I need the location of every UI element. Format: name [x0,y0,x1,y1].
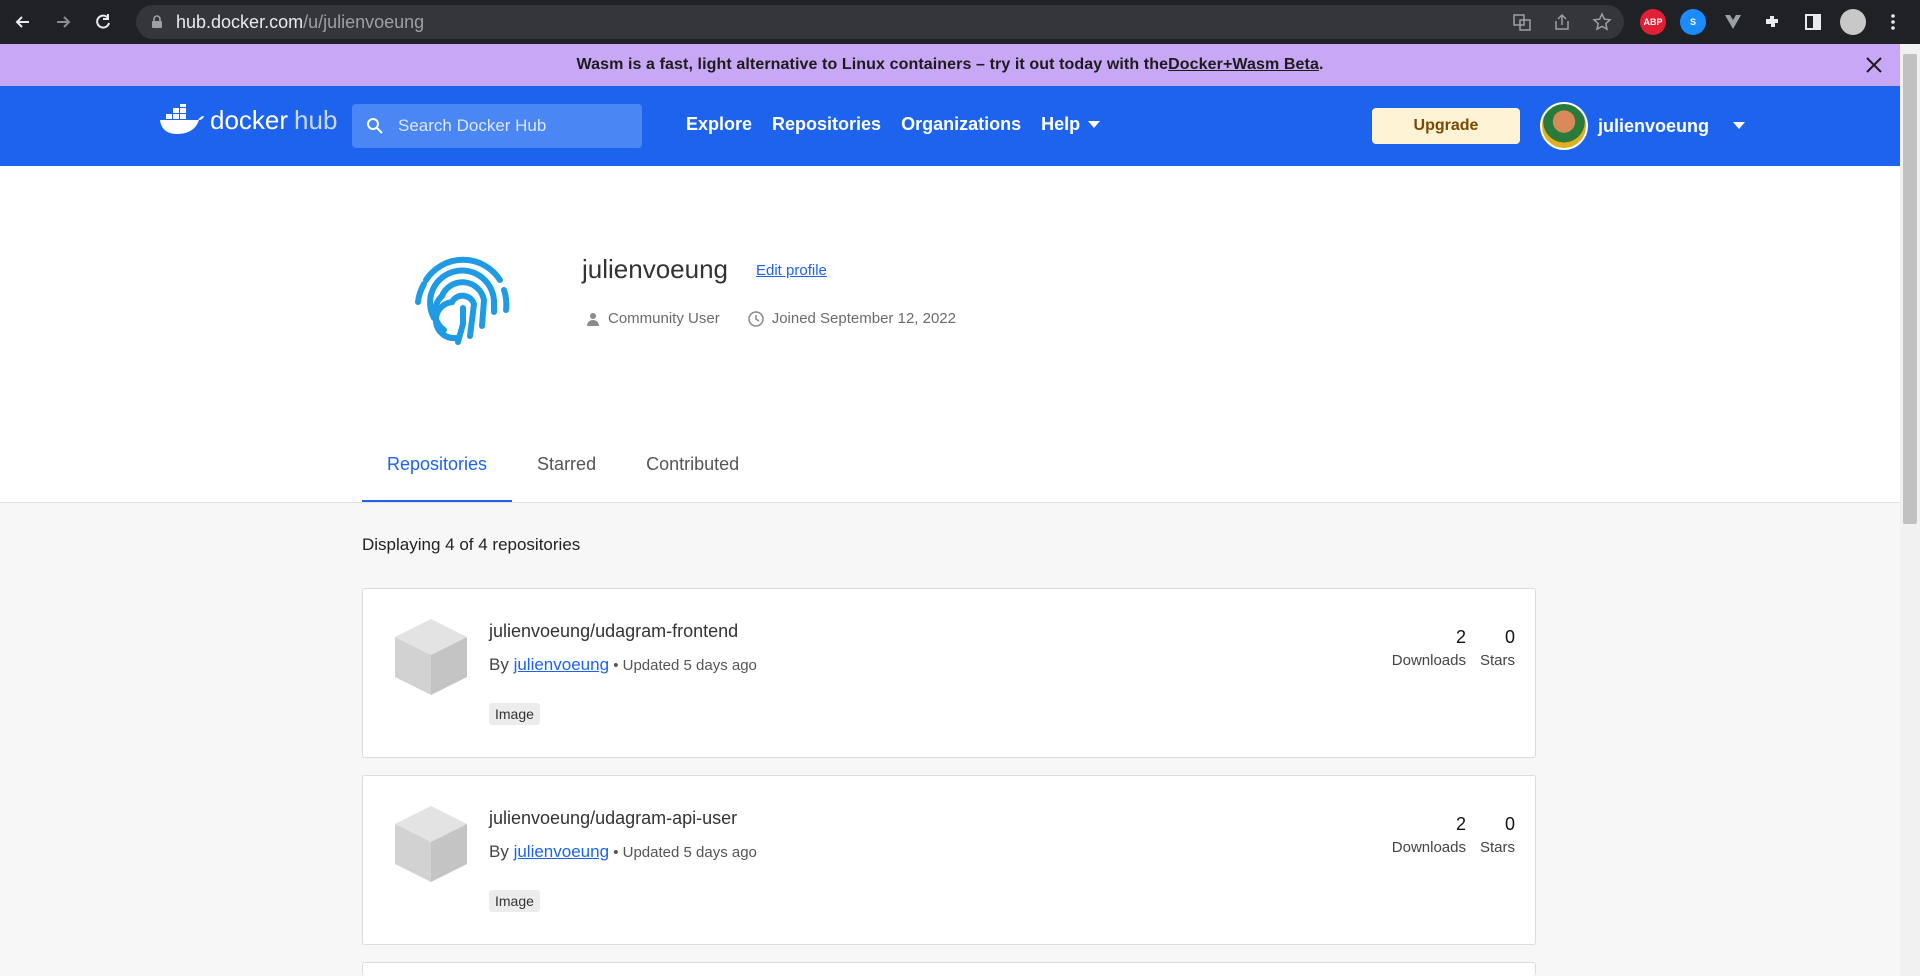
stars-count: 0 [1504,627,1515,647]
user-menu[interactable]: julienvoeung [1540,102,1746,150]
wasm-promo-banner: Wasm is a fast, light alternative to Lin… [0,44,1900,86]
back-button[interactable] [6,5,40,39]
docker-hub-logo[interactable]: docker hub [158,104,337,136]
profile-tabs: Repositories Starred Contributed [362,440,764,502]
downloads-count: 2 [1455,627,1466,647]
kebab-menu-icon[interactable] [1880,9,1906,35]
tab-starred[interactable]: Starred [512,440,621,502]
banner-suffix: . [1318,56,1324,73]
nav-organizations[interactable]: Organizations [901,114,1021,135]
image-badge: Image [489,890,540,912]
profile-meta: Community User Joined September 12, 2022 [586,310,956,327]
header-username: julienvoeung [1598,115,1710,136]
nav-explore[interactable]: Explore [686,114,752,135]
fingerprint-avatar-icon [415,256,510,345]
tab-contributed[interactable]: Contributed [621,440,764,502]
profile-role: Community User [608,310,720,327]
side-panel-icon[interactable] [1800,9,1826,35]
search-box[interactable] [352,104,642,148]
lock-icon [152,15,162,28]
stars-count: 0 [1504,814,1515,834]
vue-extension-icon[interactable] [1720,9,1746,35]
caret-down-icon [1733,122,1746,129]
edit-profile-link[interactable]: Edit profile [756,262,827,279]
logo-docker-text: docker [210,104,289,135]
scrollbar-thumb[interactable] [1903,54,1917,524]
docker-hub-header: dockerhub Explore Repositories Organizat… [0,86,1900,166]
browser-toolbar: hub.docker.com/u/julienvoeung ABP S [0,0,1920,44]
banner-text: Wasm is a fast, light alternative to Lin… [576,56,1169,73]
stars-label: Stars [1479,652,1515,669]
image-badge: Image [489,703,540,725]
arrow-right-icon [57,16,71,28]
downloads-count: 2 [1455,814,1466,834]
repository-card[interactable] [362,962,1536,976]
profile-joined: Joined September 12, 2022 [771,310,956,327]
repository-stats: 2 Downloads 0 Stars [1392,814,1515,856]
puzzle-extensions-icon[interactable] [1760,9,1786,35]
share-icon[interactable] [1552,12,1572,32]
avatar [1540,102,1588,150]
shazam-extension-icon[interactable]: S [1680,9,1706,35]
main-nav: Explore Repositories Organizations Help [686,114,1101,135]
translate-icon[interactable] [1512,12,1532,32]
caret-down-icon [1088,120,1101,128]
repository-name[interactable]: julienvoeung/udagram-frontend [489,621,738,642]
adblock-extension-icon[interactable]: ABP [1640,9,1666,35]
address-bar[interactable]: hub.docker.com/u/julienvoeung [136,5,1624,39]
repository-stats: 2 Downloads 0 Stars [1392,627,1515,669]
cube-icon [395,619,467,695]
stars-label: Stars [1479,839,1515,856]
user-icon [587,312,599,326]
arrow-left-icon [15,16,29,28]
upgrade-button[interactable]: Upgrade [1372,108,1520,144]
owner-link[interactable]: julienvoeung [514,655,609,674]
reload-button[interactable] [86,5,120,39]
repository-byline: By julienvoeung • Updated 5 days ago [489,655,757,674]
bookmark-star-icon[interactable] [1592,12,1612,32]
docker-whale-icon [160,104,204,134]
owner-link[interactable]: julienvoeung [514,842,609,861]
url-text: hub.docker.com/u/julienvoeung [176,11,425,32]
downloads-label: Downloads [1391,652,1466,669]
page-scrollbar[interactable] [1900,44,1920,976]
nav-help[interactable]: Help [1041,114,1101,135]
profile-username: julienvoeung [582,254,729,284]
tab-repositories[interactable]: Repositories [362,440,513,502]
browser-profile-avatar[interactable] [1840,9,1866,35]
repository-name[interactable]: julienvoeung/udagram-api-user [489,808,737,829]
repository-count: Displaying 4 of 4 repositories [362,535,581,554]
cube-icon [395,806,467,882]
forward-button[interactable] [46,5,80,39]
downloads-label: Downloads [1391,839,1466,856]
clock-icon [747,310,764,327]
search-input[interactable] [396,115,620,137]
profile-header: julienvoeung Edit profile Community User… [0,166,1900,503]
search-icon [367,118,383,134]
reload-icon [96,14,110,29]
close-icon[interactable] [1864,55,1884,75]
repository-card[interactable]: julienvoeung/udagram-api-user By julienv… [362,775,1536,945]
repository-card[interactable]: julienvoeung/udagram-frontend By julienv… [362,588,1536,758]
nav-repositories[interactable]: Repositories [772,114,881,135]
banner-link[interactable]: Docker+Wasm Beta [1168,56,1319,74]
repository-byline: By julienvoeung • Updated 5 days ago [489,842,757,861]
logo-hub-text: hub [294,104,338,135]
